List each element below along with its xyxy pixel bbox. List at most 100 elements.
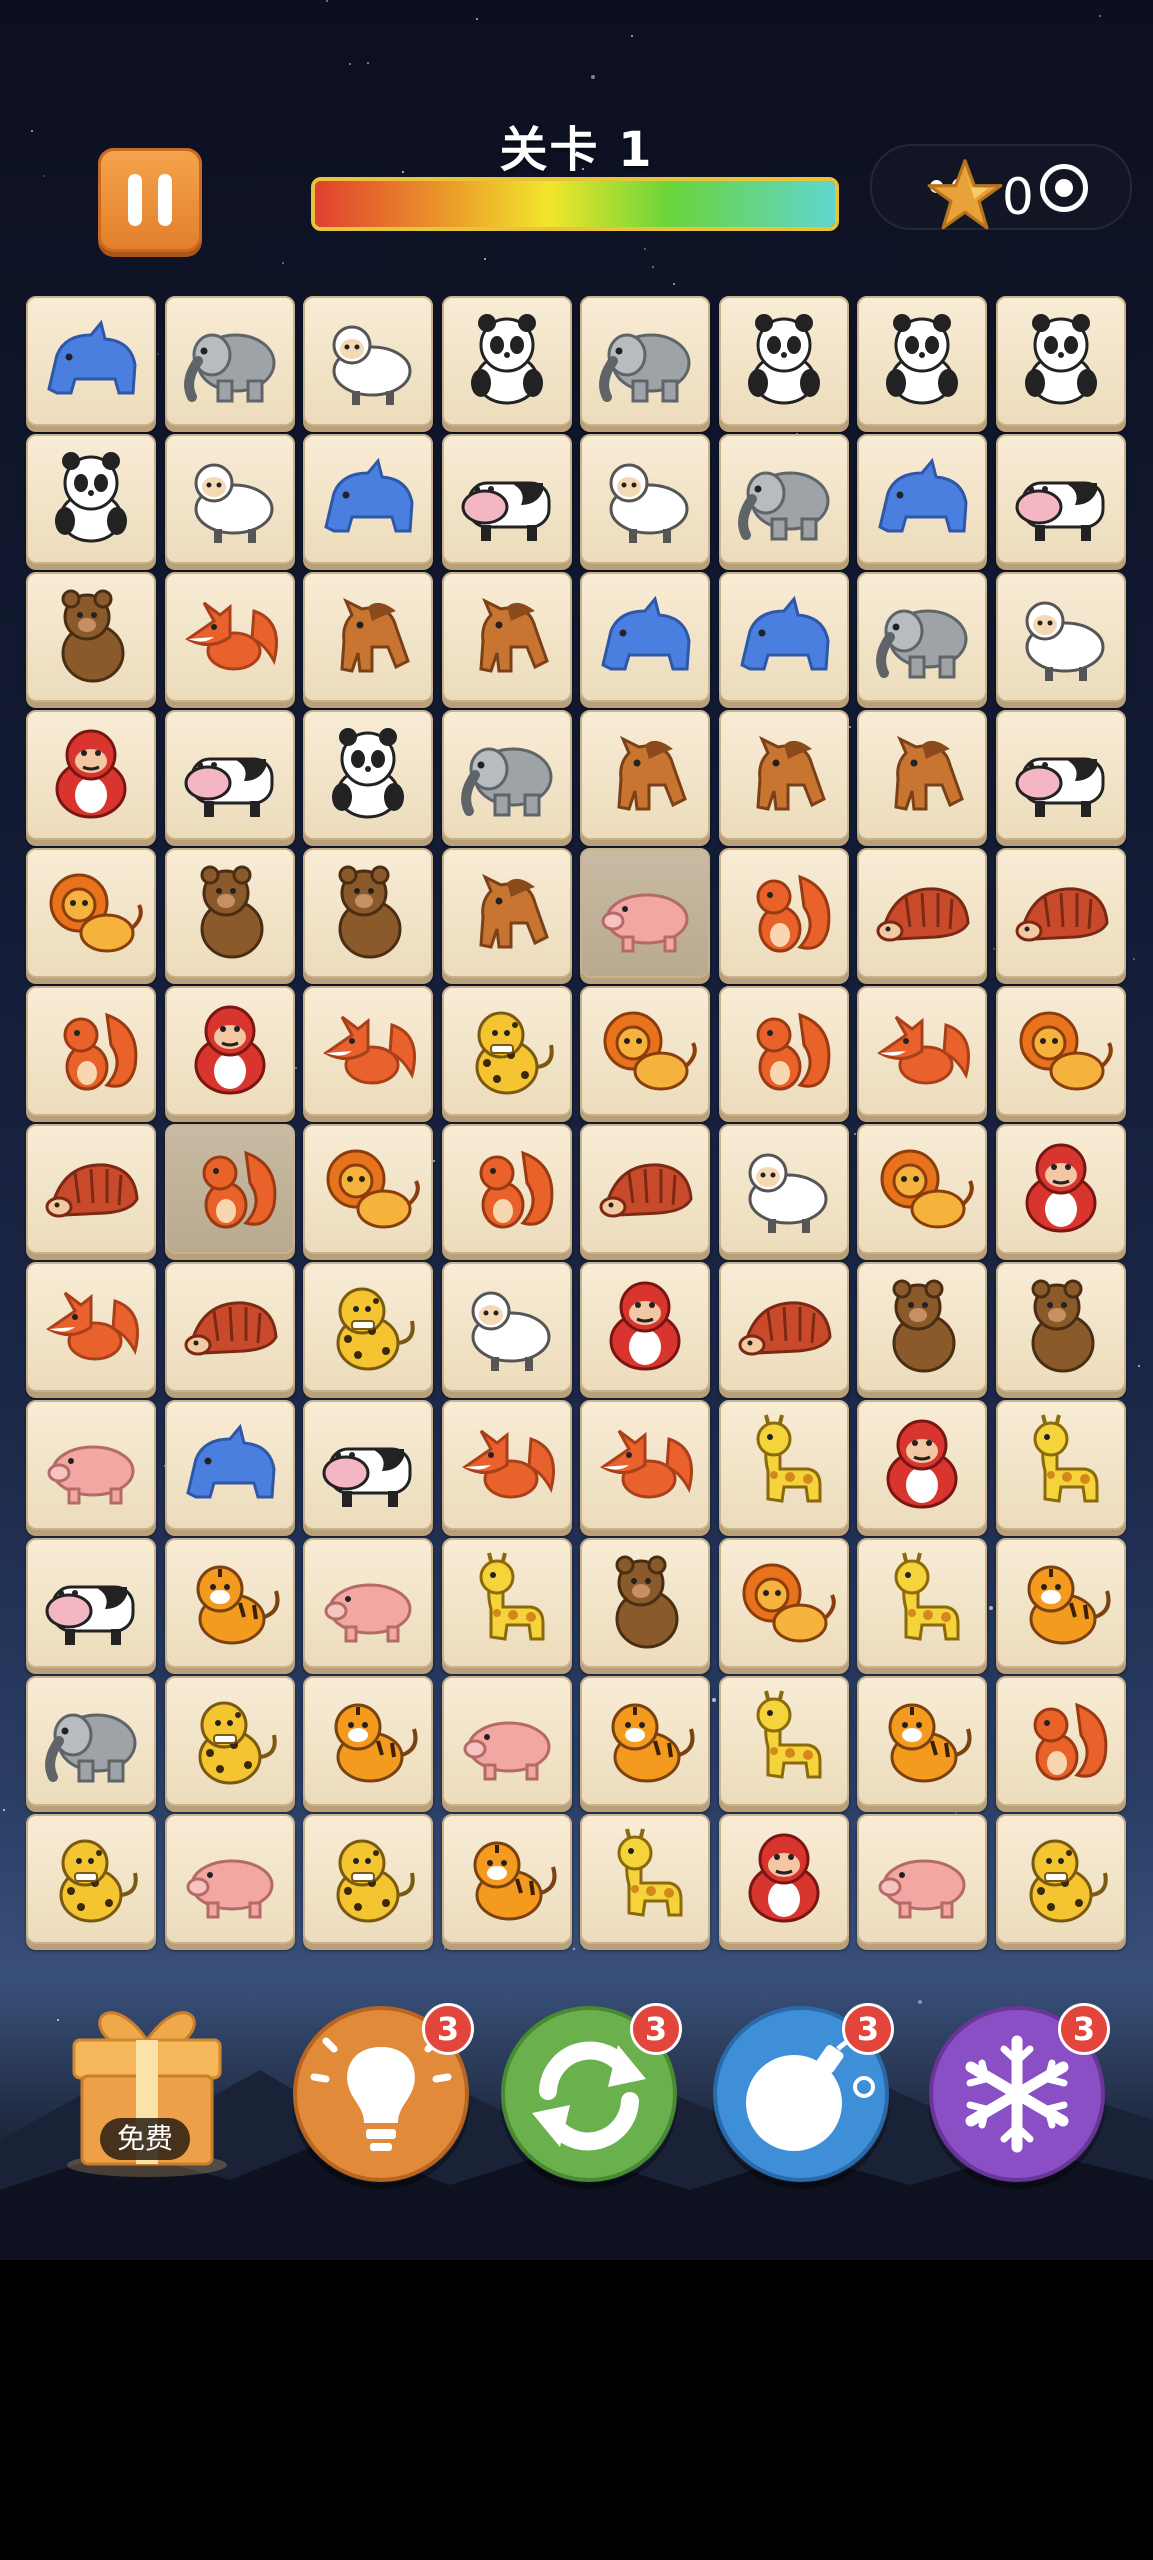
tile-cow[interactable] (442, 434, 572, 564)
tile-rhino[interactable] (580, 572, 710, 702)
tile-hedgehog[interactable] (26, 1124, 156, 1254)
tile-horse[interactable] (303, 572, 433, 702)
shuffle-button[interactable]: 3 (500, 2003, 682, 2183)
tile-sheep[interactable] (719, 1124, 849, 1254)
bomb-button[interactable]: 3 (712, 2003, 894, 2183)
tile-sheep[interactable] (996, 572, 1126, 702)
tile-giraffe[interactable] (719, 1400, 849, 1530)
tile-sheep[interactable] (165, 434, 295, 564)
tile-pig[interactable] (857, 1814, 987, 1944)
tile-lion[interactable] (996, 986, 1126, 1116)
tile-lion[interactable] (719, 1538, 849, 1668)
tile-panda[interactable] (719, 296, 849, 426)
tile-squirrel[interactable] (719, 848, 849, 978)
tile-elephant[interactable] (26, 1676, 156, 1806)
tile-fox[interactable] (442, 1400, 572, 1530)
tile-fox[interactable] (26, 1262, 156, 1392)
tile-hedgehog[interactable] (165, 1262, 295, 1392)
tile-pig[interactable] (26, 1400, 156, 1530)
tile-elephant[interactable] (165, 296, 295, 426)
tile-elephant[interactable] (719, 434, 849, 564)
tile-squirrel[interactable] (719, 986, 849, 1116)
tile-tiger[interactable] (303, 1676, 433, 1806)
tile-gorilla[interactable] (165, 986, 295, 1116)
tile-fox[interactable] (303, 986, 433, 1116)
tile-leopard[interactable] (442, 986, 572, 1116)
hint-button[interactable]: 3 (292, 2003, 474, 2183)
tile-tiger[interactable] (580, 1676, 710, 1806)
tile-horse[interactable] (719, 710, 849, 840)
tile-panda[interactable] (26, 434, 156, 564)
tile-giraffe[interactable] (857, 1538, 987, 1668)
tile-squirrel[interactable] (996, 1676, 1126, 1806)
tile-pig[interactable] (165, 1814, 295, 1944)
tile-leopard[interactable] (26, 1814, 156, 1944)
tile-panda[interactable] (442, 296, 572, 426)
tile-cow[interactable] (303, 1400, 433, 1530)
tile-giraffe[interactable] (996, 1400, 1126, 1530)
tile-fox[interactable] (857, 986, 987, 1116)
tile-rhino[interactable] (26, 296, 156, 426)
tile-panda[interactable] (303, 710, 433, 840)
close-target-icon[interactable] (1040, 164, 1088, 212)
tile-lion[interactable] (857, 1124, 987, 1254)
tile-elephant[interactable] (857, 572, 987, 702)
tile-cow[interactable] (26, 1538, 156, 1668)
tile-tiger[interactable] (857, 1676, 987, 1806)
tile-bear[interactable] (996, 1262, 1126, 1392)
tile-hedgehog[interactable] (857, 848, 987, 978)
tile-pig[interactable] (442, 1676, 572, 1806)
tile-bear[interactable] (165, 848, 295, 978)
tile-bear[interactable] (303, 848, 433, 978)
tile-bear[interactable] (857, 1262, 987, 1392)
tile-leopard[interactable] (165, 1676, 295, 1806)
tile-squirrel[interactable] (26, 986, 156, 1116)
tile-lion[interactable] (26, 848, 156, 978)
tile-tiger[interactable] (996, 1538, 1126, 1668)
tile-cow[interactable] (996, 434, 1126, 564)
tile-leopard[interactable] (996, 1814, 1126, 1944)
tile-pig[interactable] (303, 1538, 433, 1668)
tile-giraffe[interactable] (580, 1814, 710, 1944)
tile-fox[interactable] (580, 1400, 710, 1530)
tile-elephant[interactable] (442, 710, 572, 840)
tile-squirrel[interactable] (442, 1124, 572, 1254)
tile-gorilla[interactable] (857, 1400, 987, 1530)
tile-hedgehog[interactable] (580, 1124, 710, 1254)
tile-rhino[interactable] (303, 434, 433, 564)
tile-giraffe[interactable] (442, 1538, 572, 1668)
tile-hedgehog[interactable] (719, 1262, 849, 1392)
tile-horse[interactable] (442, 848, 572, 978)
tile-pig[interactable] (580, 848, 710, 978)
tile-lion[interactable] (303, 1124, 433, 1254)
tile-gorilla[interactable] (26, 710, 156, 840)
tile-fox[interactable] (165, 572, 295, 702)
tile-squirrel[interactable] (165, 1124, 295, 1254)
tile-horse[interactable] (580, 710, 710, 840)
tile-leopard[interactable] (303, 1262, 433, 1392)
tile-horse[interactable] (857, 710, 987, 840)
tile-elephant[interactable] (580, 296, 710, 426)
freeze-button[interactable]: 3 (928, 2003, 1110, 2183)
tile-rhino[interactable] (719, 572, 849, 702)
tile-tiger[interactable] (442, 1814, 572, 1944)
tile-bear[interactable] (26, 572, 156, 702)
tile-bear[interactable] (580, 1538, 710, 1668)
tile-lion[interactable] (580, 986, 710, 1116)
tile-leopard[interactable] (303, 1814, 433, 1944)
tile-hedgehog[interactable] (996, 848, 1126, 978)
tile-sheep[interactable] (303, 296, 433, 426)
tile-gorilla[interactable] (580, 1262, 710, 1392)
tile-rhino[interactable] (857, 434, 987, 564)
tile-tiger[interactable] (165, 1538, 295, 1668)
tile-panda[interactable] (857, 296, 987, 426)
tile-giraffe[interactable] (719, 1676, 849, 1806)
tile-gorilla[interactable] (719, 1814, 849, 1944)
tile-sheep[interactable] (442, 1262, 572, 1392)
tile-horse[interactable] (442, 572, 572, 702)
tile-rhino[interactable] (165, 1400, 295, 1530)
tile-sheep[interactable] (580, 434, 710, 564)
tile-panda[interactable] (996, 296, 1126, 426)
tile-cow[interactable] (996, 710, 1126, 840)
tile-cow[interactable] (165, 710, 295, 840)
